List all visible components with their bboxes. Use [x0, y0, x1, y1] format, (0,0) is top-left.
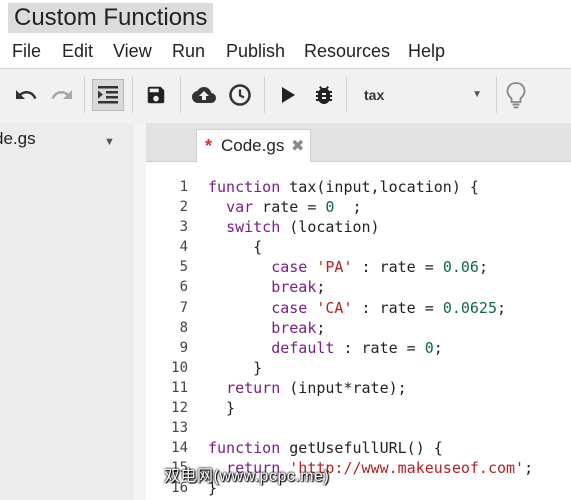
- menu-file[interactable]: File: [12, 40, 41, 62]
- debug-button[interactable]: [308, 79, 340, 111]
- lightbulb-button[interactable]: [500, 79, 532, 111]
- code-line: }: [208, 358, 263, 377]
- debug-icon: [316, 86, 332, 104]
- line-number: 5: [179, 259, 188, 276]
- code-line: switch (location): [226, 218, 380, 237]
- code-line: break;: [271, 318, 326, 337]
- file-menu-chevron-icon[interactable]: ▼: [104, 136, 115, 148]
- file-panel: de.gs ▼: [0, 123, 135, 500]
- line-number: 4: [179, 239, 188, 256]
- toolbar-separator: [84, 77, 85, 113]
- menu-view[interactable]: View: [113, 40, 152, 62]
- menu-resources[interactable]: Resources: [304, 40, 390, 62]
- function-select-value: tax: [364, 87, 385, 103]
- tab-strip: * Code.gs ✖: [146, 123, 571, 162]
- line-number: 14: [171, 440, 188, 457]
- toolbar: tax ▼: [0, 68, 571, 124]
- tab-label: Code.gs: [221, 136, 285, 155]
- menu-help[interactable]: Help: [408, 40, 445, 62]
- line-numbers: 1 2 3 4 5 6 7 8 9 10 11 12 13 14 15 16: [146, 177, 188, 499]
- indent-icon: [98, 86, 118, 104]
- menu-edit[interactable]: Edit: [62, 40, 93, 62]
- menu-run[interactable]: Run: [172, 40, 205, 62]
- code-editor[interactable]: 1 2 3 4 5 6 7 8 9 10 11 12 13 14 15 16 f…: [146, 162, 571, 500]
- line-number: 6: [179, 279, 188, 296]
- code-line: case 'PA' : rate = 0.06;: [271, 258, 488, 277]
- triggers-button[interactable]: [224, 79, 256, 111]
- run-icon: [282, 87, 295, 103]
- redo-icon: [51, 90, 72, 99]
- toolbar-separator: [180, 77, 181, 113]
- code-line: function tax(input,location) {: [208, 178, 479, 196]
- line-number: 3: [179, 219, 188, 236]
- line-number: 10: [171, 359, 188, 376]
- line-number: 9: [179, 339, 188, 356]
- toolbar-separator: [346, 77, 347, 113]
- line-number: 12: [171, 400, 188, 417]
- window-title: Custom Functions: [8, 3, 214, 33]
- title-bar: Custom Functions: [0, 0, 571, 36]
- code-content[interactable]: function tax(input,location) { var rate …: [208, 177, 533, 499]
- run-button[interactable]: [272, 79, 304, 111]
- indent-button[interactable]: [92, 79, 124, 111]
- lightbulb-icon: [506, 82, 526, 109]
- panel-divider: [134, 123, 146, 500]
- redo-button[interactable]: [46, 79, 78, 111]
- code-line: function getUsefullURL() {: [208, 439, 443, 458]
- line-number: 1: [179, 179, 188, 195]
- watermark-text: 双电网(www.pcpc.me): [164, 468, 330, 485]
- undo-button[interactable]: [10, 79, 42, 111]
- tab-code-gs[interactable]: * Code.gs ✖: [196, 129, 311, 162]
- code-line: var rate = 0 ;: [226, 198, 362, 217]
- code-line: case 'CA' : rate = 0.0625;: [271, 298, 507, 317]
- undo-icon: [16, 90, 37, 99]
- chevron-down-icon: ▼: [472, 89, 482, 100]
- line-number: 7: [179, 299, 188, 316]
- save-icon: [147, 86, 165, 104]
- clock-icon: [229, 84, 251, 106]
- deploy-button[interactable]: [188, 79, 220, 111]
- menu-publish[interactable]: Publish: [226, 40, 285, 62]
- toolbar-separator: [496, 77, 497, 113]
- cloud-upload-icon: [192, 87, 216, 103]
- toolbar-separator: [132, 77, 133, 113]
- line-number: 8: [179, 319, 188, 336]
- code-line: }: [208, 399, 236, 418]
- code-line: {: [208, 238, 263, 257]
- menu-bar: File Edit View Run Publish Resources Hel…: [0, 36, 571, 66]
- line-number: 13: [171, 420, 188, 437]
- save-button[interactable]: [140, 79, 172, 111]
- function-select[interactable]: tax ▼: [350, 81, 492, 109]
- modified-indicator-icon: *: [205, 136, 213, 156]
- code-line: default : rate = 0;: [271, 338, 443, 357]
- toolbar-separator: [264, 77, 265, 113]
- file-item-code-gs[interactable]: de.gs: [0, 129, 36, 149]
- code-line: return (input*rate);: [226, 378, 407, 397]
- close-icon[interactable]: ✖: [291, 136, 304, 156]
- code-line: break;: [271, 278, 326, 297]
- line-number: 11: [171, 379, 188, 396]
- line-number: 2: [179, 199, 188, 216]
